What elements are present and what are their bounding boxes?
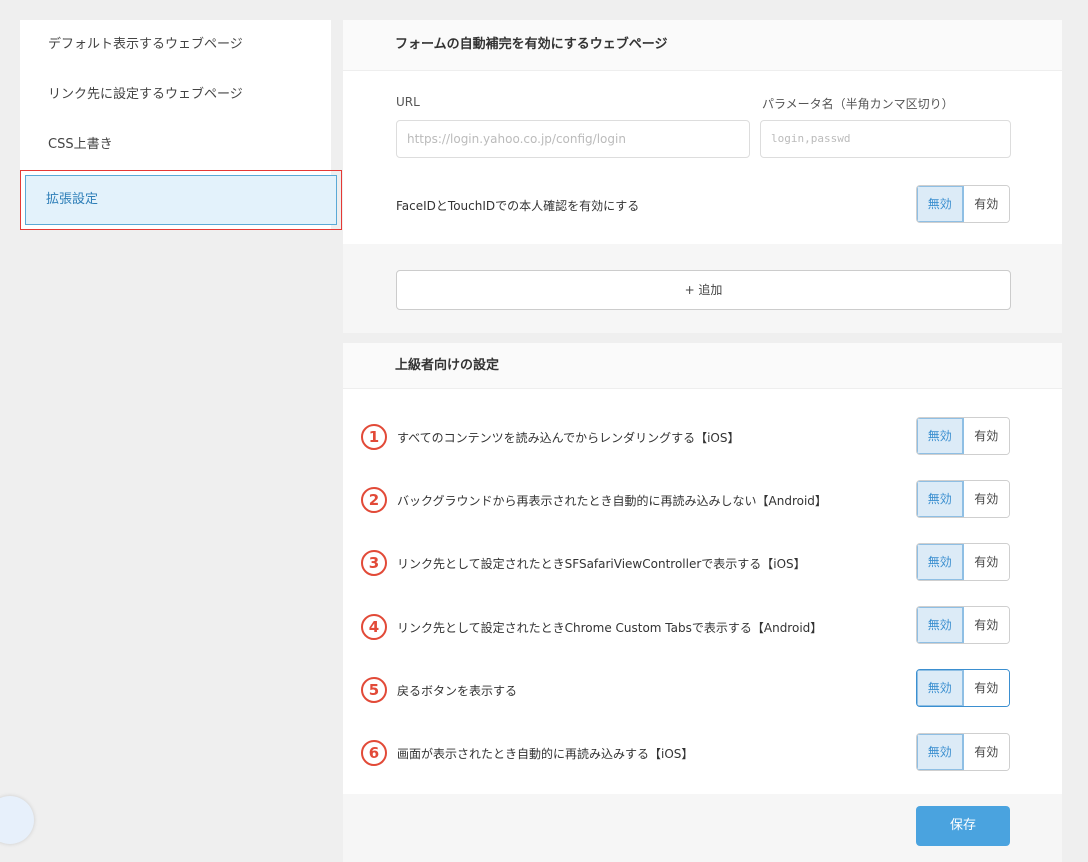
setting-toggle: 無効 有効: [916, 480, 1010, 518]
sidebar-highlight-box: 拡張設定: [20, 170, 342, 230]
annotation-number: 6: [361, 740, 387, 766]
toggle-on-button[interactable]: 有効: [963, 607, 1009, 643]
toggle-off-button[interactable]: 無効: [917, 481, 964, 517]
setting-toggle: 無効 有効: [916, 669, 1010, 707]
toggle-on-button[interactable]: 有効: [963, 670, 1009, 706]
toggle-on-button[interactable]: 有効: [963, 734, 1009, 770]
faceid-off-button[interactable]: 無効: [917, 186, 964, 222]
setting-toggle: 無効 有効: [916, 543, 1010, 581]
sidebar-item-default-pages[interactable]: デフォルト表示するウェブページ: [20, 20, 331, 70]
sidebar-item-css-override[interactable]: CSS上書き: [20, 120, 331, 170]
annotation-number: 4: [361, 614, 387, 640]
setting-label: すべてのコンテンツを読み込んでからレンダリングする【iOS】: [397, 431, 740, 445]
setting-toggle: 無効 有効: [916, 606, 1010, 644]
param-label: パラメータ名（半角カンマ区切り）: [762, 97, 954, 111]
toggle-off-button[interactable]: 無効: [917, 544, 964, 580]
setting-toggle: 無効 有効: [916, 417, 1010, 455]
setting-label: 画面が表示されたとき自動的に再読み込みする【iOS】: [397, 747, 694, 761]
faceid-label: FaceIDとTouchIDでの本人確認を有効にする: [396, 199, 640, 213]
setting-label: リンク先として設定されたときChrome Custom Tabsで表示する【An…: [397, 621, 823, 635]
floating-help-button[interactable]: [0, 796, 34, 844]
toggle-on-button[interactable]: 有効: [963, 481, 1009, 517]
annotation-number: 1: [361, 424, 387, 450]
toggle-off-button[interactable]: 無効: [917, 670, 964, 706]
faceid-on-button[interactable]: 有効: [963, 186, 1009, 222]
add-button[interactable]: + 追加: [396, 270, 1011, 310]
url-label: URL: [396, 95, 420, 109]
setting-label: リンク先として設定されたときSFSafariViewControllerで表示す…: [397, 557, 806, 571]
toggle-off-button[interactable]: 無効: [917, 607, 964, 643]
setting-label: バックグラウンドから再表示されたとき自動的に再読み込みしない【Android】: [397, 494, 827, 508]
settings-sidebar: デフォルト表示するウェブページ リンク先に設定するウェブページ CSS上書き 拡…: [20, 20, 342, 230]
toggle-off-button[interactable]: 無効: [917, 418, 964, 454]
faceid-toggle: 無効 有効: [916, 185, 1010, 223]
param-input[interactable]: login,passwd: [760, 120, 1011, 158]
form-autofill-title: フォームの自動補完を有効にするウェブページ: [343, 20, 1062, 71]
advanced-settings-title: 上級者向けの設定: [343, 343, 1062, 389]
annotation-number: 2: [361, 487, 387, 513]
setting-toggle: 無効 有効: [916, 733, 1010, 771]
url-input[interactable]: https://login.yahoo.co.jp/config/login: [396, 120, 750, 158]
annotation-number: 3: [361, 550, 387, 576]
setting-label: 戻るボタンを表示する: [397, 684, 518, 698]
annotation-number: 5: [361, 677, 387, 703]
toggle-on-button[interactable]: 有効: [963, 544, 1009, 580]
sidebar-item-link-pages[interactable]: リンク先に設定するウェブページ: [20, 70, 331, 120]
toggle-on-button[interactable]: 有効: [963, 418, 1009, 454]
save-button[interactable]: 保存: [916, 806, 1010, 846]
sidebar-item-extended-settings[interactable]: 拡張設定: [25, 175, 337, 225]
toggle-off-button[interactable]: 無効: [917, 734, 964, 770]
